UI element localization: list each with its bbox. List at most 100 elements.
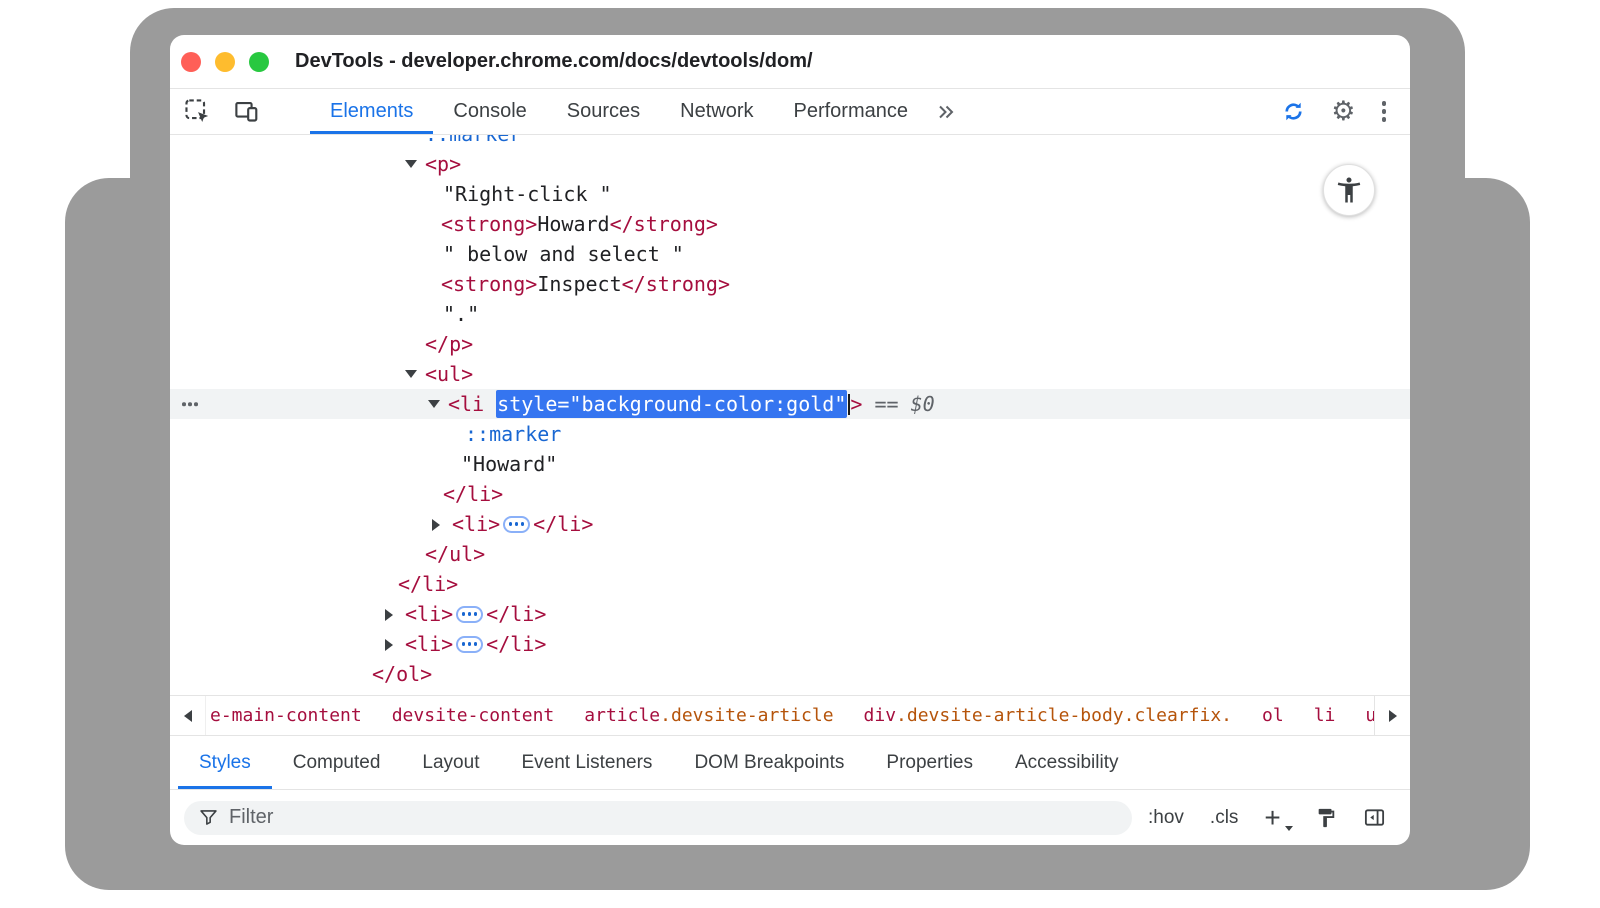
toggle-sidebar-icon[interactable] [1363,806,1386,829]
maximize-window-button[interactable] [249,52,269,72]
close-window-button[interactable] [181,52,201,72]
tab-accessibility[interactable]: Accessibility [994,736,1139,789]
tree-expand-arrow-icon[interactable] [405,359,425,389]
breadcrumb-part: .devsite-article-body.clearfix. [896,705,1232,726]
breadcrumb-item[interactable]: ol [1262,705,1284,726]
breadcrumb-part: li [1314,705,1336,726]
tab-elements[interactable]: Elements [310,89,433,134]
inspect-icon[interactable] [184,98,211,125]
element-classes-button[interactable]: .cls [1210,807,1239,829]
dom-node-line: <li style="background-color:gold"> == $0 [170,389,1410,419]
dom-node-text: <li> [405,602,453,626]
tree-expand-arrow-icon[interactable] [405,149,425,179]
dom-tree-row[interactable]: "Right-click " [170,179,1410,209]
breadcrumb-item[interactable]: div.devsite-article-body.clearfix. [864,705,1232,726]
ellipsis-expander-icon[interactable] [456,606,483,623]
tab-console[interactable]: Console [433,89,546,134]
dom-node-line: <li> </li> [170,629,1410,659]
dom-node-line: " below and select " [170,239,1410,269]
dom-tree-row[interactable]: <strong>Howard</strong> [170,209,1410,239]
dom-node-text: Howard [537,212,609,236]
kebab-menu-icon[interactable] [1380,99,1389,124]
dom-tree: ::marker<p>"Right-click "<strong>Howard<… [170,135,1410,695]
ellipsis-expander-icon[interactable] [456,636,483,653]
breadcrumb-item[interactable]: ul [1365,705,1374,726]
new-style-rule-button[interactable]: + [1264,804,1288,832]
accessibility-fab[interactable] [1323,164,1375,216]
row-actions-icon[interactable] [178,398,202,410]
dom-tree-row[interactable]: <p> [170,149,1410,179]
tab-network[interactable]: Network [660,89,773,134]
dom-node-line: "Right-click " [170,179,1410,209]
tab-dom-breakpoints[interactable]: DOM Breakpoints [673,736,865,789]
tab-properties[interactable]: Properties [865,736,994,789]
dom-node-text: <strong> [441,212,537,236]
dom-node-text: </li> [533,512,593,536]
devtools-toolbar: ElementsConsoleSourcesNetworkPerformance… [170,89,1410,135]
tree-expand-arrow-icon[interactable] [385,629,405,659]
panel-tabs: ElementsConsoleSourcesNetworkPerformance [310,89,928,134]
dom-tree-row[interactable]: <strong>Inspect</strong> [170,269,1410,299]
dom-tree-row[interactable]: <li style="background-color:gold"> == $0 [170,389,1410,419]
dom-tree-row[interactable]: <li></li> [170,509,1410,539]
sync-icon[interactable] [1280,98,1307,125]
tree-expand-arrow-icon[interactable] [428,389,448,419]
tree-expand-arrow-icon[interactable] [385,599,405,629]
breadcrumb-item[interactable]: li [1314,705,1336,726]
dom-tree-row[interactable]: " below and select " [170,239,1410,269]
dom-tree-row[interactable]: <ul> [170,359,1410,389]
dom-node-text: </li> [398,572,458,596]
dom-node-line: "." [170,299,1410,329]
breadcrumb-part: e-main-content [210,705,362,726]
funnel-icon [198,807,219,828]
selected-attribute: style="background-color:gold" [496,390,847,418]
dom-tree-row[interactable]: "." [170,299,1410,329]
tree-expand-arrow-icon[interactable] [432,509,452,539]
settings-gear-icon[interactable]: ⚙ [1331,98,1355,125]
dom-tree-row[interactable]: ::marker [170,419,1410,449]
dom-node-text: <ul> [425,362,473,386]
dom-tree-row[interactable]: </ol> [170,659,1410,689]
breadcrumb-scroll-right[interactable] [1374,696,1410,735]
dom-node-text: ::marker [465,422,561,446]
tab-event-listeners[interactable]: Event Listeners [500,736,673,789]
breadcrumb: e-main-content devsite-content article.dev… [206,696,1374,735]
dom-node-text: </p> [425,332,473,356]
dom-node-text: Inspect [537,272,621,296]
tab-sources[interactable]: Sources [547,89,660,134]
paint-roller-icon[interactable] [1315,807,1337,829]
breadcrumb-item[interactable]: article.devsite-article [584,705,833,726]
chevron-right-icon [1389,710,1397,722]
dom-node-text: "." [443,302,479,326]
ellipsis-expander-icon[interactable] [503,516,530,533]
dom-node-text: <li> [405,632,453,656]
minimize-window-button[interactable] [215,52,235,72]
breadcrumb-part: ul [1365,705,1374,726]
tab-performance[interactable]: Performance [774,89,929,134]
styles-filter-input[interactable] [229,806,1118,829]
toggle-element-state-button[interactable]: :hov [1148,807,1184,829]
dom-tree-row[interactable]: "Howard" [170,449,1410,479]
dom-node-text: </li> [486,632,546,656]
dom-tree-row[interactable]: </p> [170,329,1410,359]
tab-layout[interactable]: Layout [401,736,500,789]
dom-tree-row[interactable]: <li> </li> [170,629,1410,659]
more-panels-chevron-icon[interactable] [934,100,958,124]
tab-computed[interactable]: Computed [272,736,402,789]
breadcrumb-item[interactable]: devsite-content [392,705,555,726]
tab-styles[interactable]: Styles [178,736,272,789]
dom-node-text: > [850,392,862,416]
styles-filter-field[interactable] [184,801,1132,835]
dom-tree-row[interactable]: </li> [170,479,1410,509]
device-toolbar-icon[interactable] [233,98,260,125]
dom-tree-row[interactable]: ::marker [170,135,1410,149]
breadcrumb-item[interactable]: e-main-content [210,705,362,726]
breadcrumb-scroll-left[interactable] [170,696,206,735]
dom-tree-row[interactable]: </li> [170,569,1410,599]
dom-node-line: <strong>Inspect</strong> [170,269,1410,299]
breadcrumb-bar: e-main-content devsite-content article.dev… [170,695,1410,736]
dom-tree-row[interactable]: <li></li> [170,599,1410,629]
dom-node-text: </strong> [622,272,730,296]
dom-tree-row[interactable]: </ul> [170,539,1410,569]
dom-node-line: ::marker [170,135,1410,149]
